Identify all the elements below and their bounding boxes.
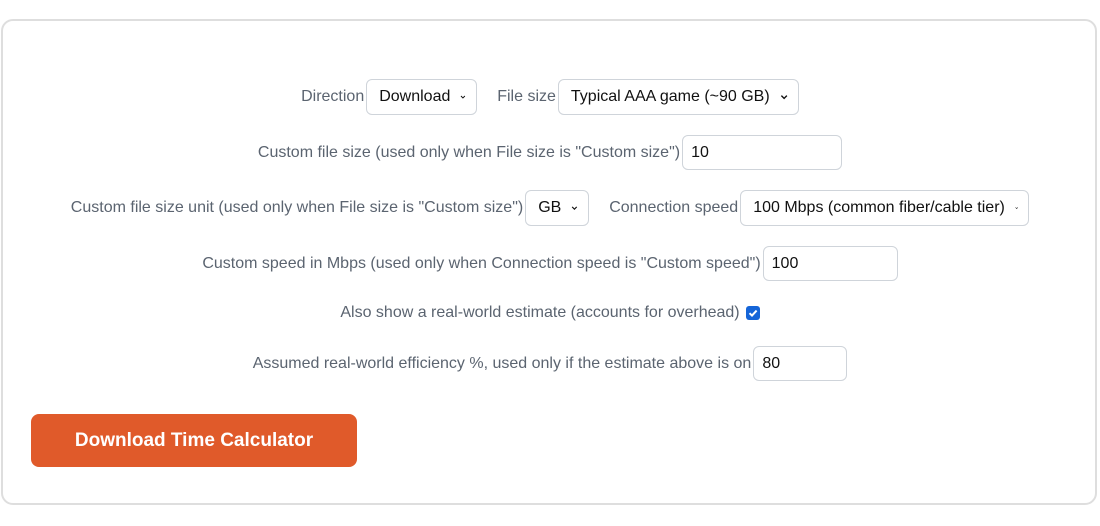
connection-speed-label: Connection speed	[609, 199, 739, 216]
connection-speed-select[interactable]: 100 Mbps (common fiber/cable tier)	[740, 190, 1030, 226]
row-efficiency: Assumed real-world efficiency %, used on…	[0, 346, 1100, 381]
checkmark-icon	[748, 309, 757, 318]
file-size-select-value: Typical AAA game (~90 GB)	[570, 88, 770, 105]
direction-select-value: Download	[379, 88, 451, 105]
custom-file-size-unit-select[interactable]: GB	[525, 190, 590, 226]
row-real-world-estimate: Also show a real-world estimate (account…	[0, 302, 1100, 324]
chevron-down-icon	[780, 95, 788, 100]
row-unit-speed: Custom file size unit (used only when Fi…	[0, 190, 1100, 226]
efficiency-input[interactable]: 80	[753, 346, 848, 381]
chevron-down-icon	[572, 206, 578, 210]
custom-file-size-label: Custom file size (used only when File si…	[257, 143, 681, 161]
custom-speed-input[interactable]: 100	[762, 246, 898, 281]
direction-select[interactable]: Download	[366, 79, 478, 115]
chevron-down-icon	[461, 95, 466, 99]
custom-file-size-unit-value: GB	[538, 199, 562, 216]
connection-speed-select-value: 100 Mbps (common fiber/cable tier)	[753, 199, 1005, 216]
row-direction-filesize: Direction Download File size Typical AAA…	[0, 79, 1100, 115]
custom-file-size-unit-label: Custom file size unit (used only when Fi…	[70, 199, 524, 216]
file-size-label: File size	[497, 88, 556, 105]
chevron-down-icon	[1015, 207, 1018, 209]
download-time-calculator-button[interactable]: Download Time Calculator	[31, 414, 357, 467]
row-custom-file-size: Custom file size (used only when File si…	[0, 135, 1100, 170]
direction-label: Direction	[301, 88, 365, 105]
row-custom-speed: Custom speed in Mbps (used only when Con…	[0, 246, 1100, 281]
file-size-select[interactable]: Typical AAA game (~90 GB)	[557, 79, 799, 115]
custom-speed-label: Custom speed in Mbps (used only when Con…	[202, 254, 761, 272]
real-world-estimate-label: Also show a real-world estimate (account…	[340, 304, 740, 321]
efficiency-label: Assumed real-world efficiency %, used on…	[252, 354, 752, 372]
custom-file-size-input[interactable]: 10	[682, 135, 843, 170]
real-world-estimate-checkbox[interactable]	[745, 306, 760, 320]
